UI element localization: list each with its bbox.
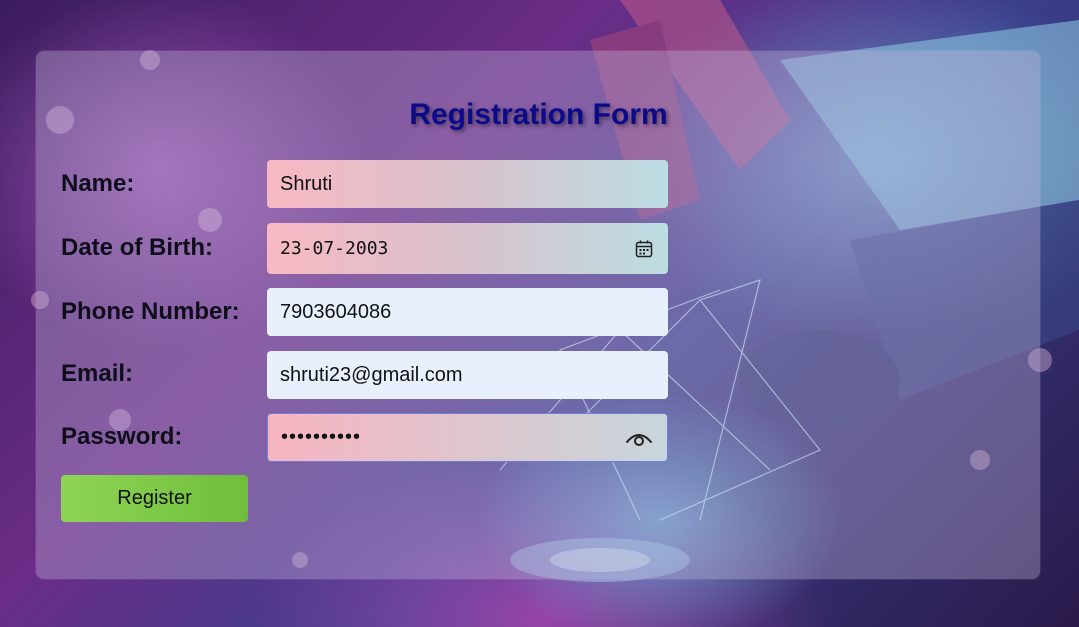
register-button[interactable]: Register (61, 475, 248, 522)
name-value: Shruti (280, 172, 333, 195)
dob-field[interactable]: 23-07-2003 (267, 223, 668, 274)
eye-icon[interactable] (625, 428, 653, 448)
dob-label: Date of Birth: (61, 234, 213, 261)
name-field[interactable]: Shruti (267, 160, 668, 208)
password-label: Password: (61, 423, 183, 450)
email-field[interactable]: shruti23@gmail.com (267, 351, 668, 399)
calendar-icon[interactable] (634, 239, 654, 259)
name-label: Name: (61, 170, 135, 197)
dob-value: 23-07-2003 (280, 238, 389, 259)
password-value: •••••••••• (281, 426, 362, 448)
password-field[interactable]: •••••••••• (267, 413, 668, 462)
phone-label: Phone Number: (61, 298, 240, 325)
phone-field[interactable]: 7903604086 (267, 288, 668, 336)
email-value: shruti23@gmail.com (280, 363, 463, 386)
phone-value: 7903604086 (280, 300, 392, 323)
email-label: Email: (61, 360, 134, 387)
form-title: Registration Form (409, 98, 668, 131)
